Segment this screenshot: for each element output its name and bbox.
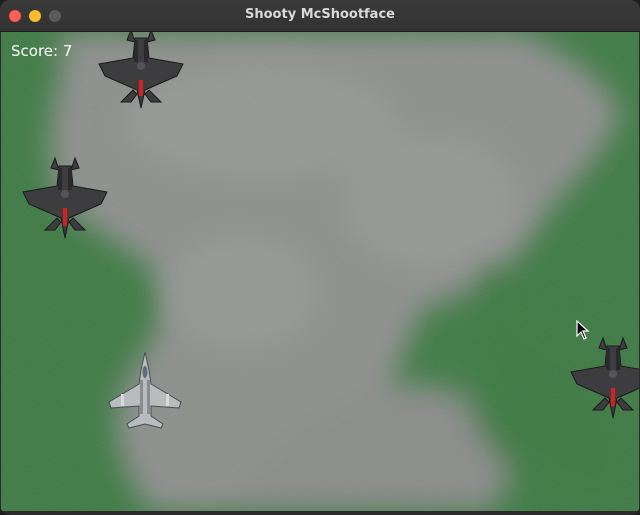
title-bar[interactable]: Shooty McShootface	[0, 0, 640, 32]
window-title: Shooty McShootface	[245, 7, 395, 22]
mouse-pointer-icon	[576, 320, 590, 340]
player-jet-icon[interactable]	[107, 350, 183, 430]
enemy-jet-icon	[570, 336, 639, 419]
score-label: Score: 7	[11, 42, 73, 60]
game-window: Shooty McShootface Score: 7	[0, 0, 640, 515]
enemy-jet-icon	[22, 156, 108, 239]
game-canvas[interactable]: Score: 7	[1, 32, 639, 511]
enemy-jet-icon	[98, 32, 184, 109]
